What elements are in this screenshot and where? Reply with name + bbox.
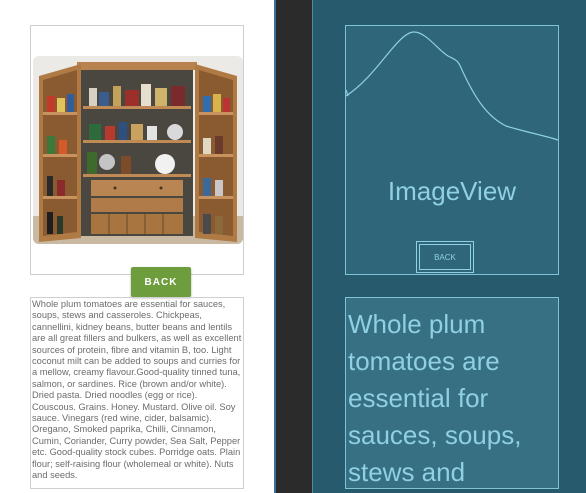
textview-frame: Whole plum tomatoes are essential for sa… — [30, 297, 244, 489]
imageview-frame[interactable]: BACK — [30, 25, 244, 297]
divider-accent — [274, 0, 276, 493]
blueprint-body-text: Whole plum tomatoes are essential for sa… — [348, 309, 522, 487]
imageview-label: ImageView — [387, 176, 517, 206]
blueprint-back-button[interactable]: BACK — [416, 241, 474, 273]
pane-divider — [274, 0, 312, 493]
imageview-placeholder-graphic — [346, 31, 558, 141]
blueprint-imageview[interactable]: ImageView BACK — [345, 25, 559, 275]
body-text: Whole plum tomatoes are essential for sa… — [32, 299, 242, 481]
back-button[interactable]: BACK — [131, 267, 191, 297]
design-pane: BACK Whole plum tomatoes are essential f… — [0, 0, 274, 493]
blueprint-pane: ImageView BACK Whole plum tomatoes are e… — [312, 0, 586, 493]
blueprint-textview[interactable]: Whole plum tomatoes are essential for sa… — [345, 297, 559, 489]
blueprint-back-label: BACK — [419, 244, 471, 270]
pantry-image — [33, 56, 243, 244]
